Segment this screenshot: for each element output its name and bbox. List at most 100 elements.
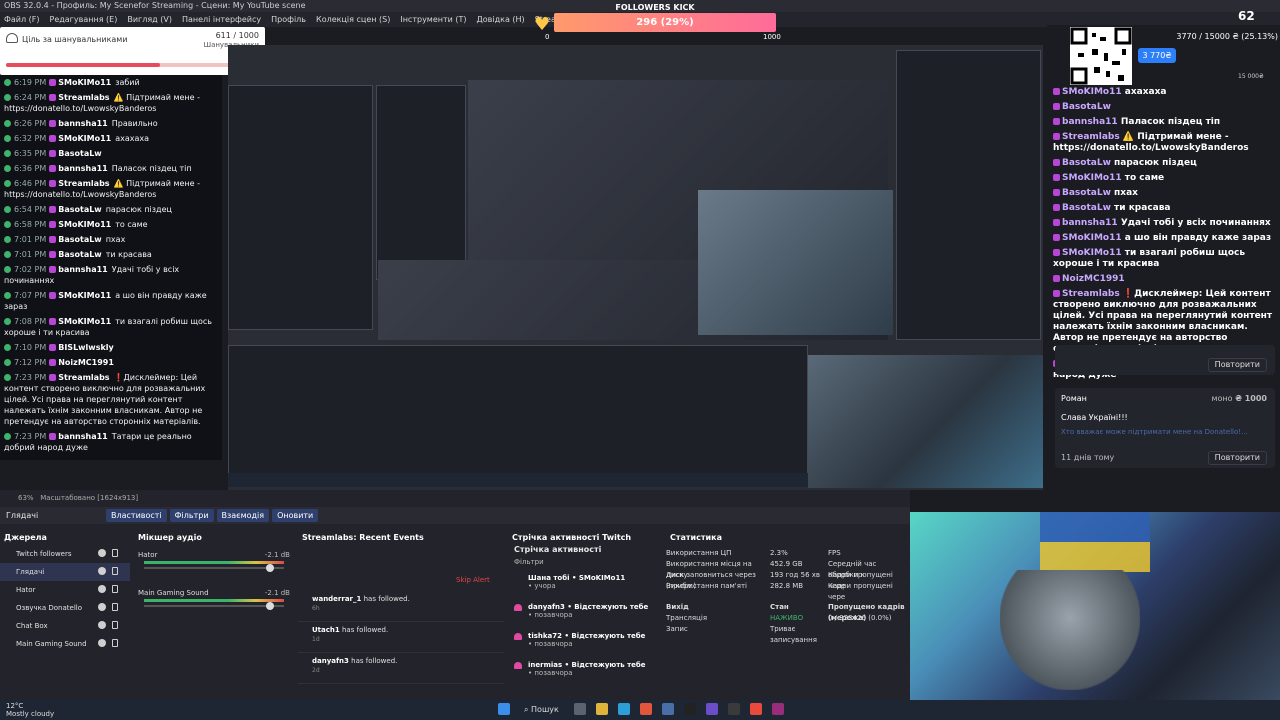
- eye-icon[interactable]: [98, 621, 106, 629]
- volume-knob[interactable]: [266, 602, 274, 610]
- menu-scene-collection[interactable]: Колекція сцен (S): [316, 15, 390, 24]
- lock-icon[interactable]: [112, 567, 118, 575]
- browser-icon[interactable]: [640, 703, 652, 715]
- chat-user[interactable]: SMoKIMo11: [58, 78, 111, 87]
- taskbar-search[interactable]: ⌕ Пошук: [524, 703, 566, 716]
- moderator-icon: [4, 79, 11, 86]
- windows-start-icon[interactable]: [498, 703, 510, 715]
- chat-user[interactable]: BasotaLw: [1062, 203, 1111, 213]
- file-explorer-icon[interactable]: [596, 703, 608, 715]
- menu-docks[interactable]: Панелі інтерфейсу: [182, 15, 261, 24]
- chat-user[interactable]: BasotaLw: [1062, 102, 1111, 112]
- lock-icon[interactable]: [112, 585, 118, 593]
- source-item[interactable]: Hator: [0, 581, 130, 599]
- chat-user[interactable]: Streamlabs: [1062, 132, 1120, 142]
- chat-user[interactable]: bannsha11: [1062, 218, 1118, 228]
- chat-user[interactable]: SMoKIMo11: [58, 291, 111, 300]
- eye-icon[interactable]: [98, 549, 106, 557]
- chat-user[interactable]: BasotaLw: [58, 149, 101, 158]
- chat-user[interactable]: SMoKIMo11: [1062, 233, 1122, 243]
- filters-button[interactable]: Фільтри: [169, 509, 214, 522]
- chat-user[interactable]: SMoKIMo11: [1062, 87, 1122, 97]
- eye-icon[interactable]: [98, 639, 106, 647]
- lock-icon[interactable]: [112, 639, 118, 647]
- chat-user[interactable]: bannsha11: [1062, 117, 1118, 127]
- event-item[interactable]: danyafn3 has followed. 2d: [298, 653, 504, 684]
- app-icon[interactable]: [662, 703, 674, 715]
- source-item[interactable]: Озвучка Donatello: [0, 599, 130, 617]
- retry-button[interactable]: Повторити: [1207, 358, 1267, 372]
- chat-user[interactable]: SMoKIMo11: [1062, 173, 1122, 183]
- obs-icon[interactable]: [684, 703, 696, 715]
- event-text: has followed.: [342, 626, 389, 634]
- chat-user[interactable]: Streamlabs: [58, 93, 109, 102]
- chat-user[interactable]: bannsha11: [58, 265, 108, 274]
- followers-title: FOLLOWERS KICK: [615, 3, 695, 12]
- output-name: Трансляція: [666, 614, 708, 622]
- donation-goal-button[interactable]: 3 770₴: [1138, 48, 1176, 63]
- menu-profile[interactable]: Профіль: [271, 15, 306, 24]
- edge-icon[interactable]: [618, 703, 630, 715]
- source-item[interactable]: Глядачі: [0, 563, 130, 581]
- volume-knob[interactable]: [266, 564, 274, 572]
- activity-filters[interactable]: Фільтри: [508, 554, 662, 570]
- volume-slider[interactable]: [144, 605, 284, 607]
- source-item[interactable]: Twitch followers: [0, 545, 130, 563]
- chat-message: BasotaLw парасюк піздец: [1047, 156, 1280, 171]
- lock-icon[interactable]: [112, 603, 118, 611]
- event-item[interactable]: Utach1 has followed. 1d: [298, 622, 504, 653]
- chat-user[interactable]: bannsha11: [58, 119, 108, 128]
- chat-user[interactable]: BasotaLw: [1062, 158, 1111, 168]
- eye-icon[interactable]: [98, 585, 106, 593]
- chat-user[interactable]: SMoKIMo11: [58, 134, 111, 143]
- properties-button[interactable]: Властивості: [106, 509, 167, 522]
- interact-button[interactable]: Взаємодія: [216, 509, 270, 522]
- source-item[interactable]: Main Gaming Sound: [0, 635, 130, 653]
- app-icon[interactable]: [728, 703, 740, 715]
- event-item[interactable]: wanderrar_1 has followed. 6h: [298, 591, 504, 622]
- chat-user[interactable]: Streamlabs: [1062, 289, 1120, 299]
- activity-item[interactable]: danyafn3 • Відстежують тебе • позавчора: [508, 599, 662, 628]
- activity-item[interactable]: inermias • Відстежують тебе • позавчора: [508, 657, 662, 686]
- eye-icon[interactable]: [98, 567, 106, 575]
- chat-user[interactable]: Streamlabs: [58, 179, 109, 188]
- chat-user[interactable]: SMoKIMo11: [1062, 248, 1122, 258]
- menu-edit[interactable]: Редагування (E): [50, 15, 118, 24]
- badge-icon: [49, 120, 57, 127]
- chrome-icon[interactable]: [750, 703, 762, 715]
- chat-user[interactable]: BasotaLw: [58, 205, 101, 214]
- chat-user[interactable]: BasotaLw: [58, 250, 101, 259]
- app-icon[interactable]: [772, 703, 784, 715]
- menu-view[interactable]: Вигляд (V): [127, 15, 172, 24]
- source-item[interactable]: Chat Box: [0, 617, 130, 635]
- task-view-icon[interactable]: [574, 703, 586, 715]
- lock-icon[interactable]: [112, 621, 118, 629]
- donation-link[interactable]: Хто вважає може підтримати мене на Donat…: [1061, 428, 1269, 436]
- app-icon[interactable]: [706, 703, 718, 715]
- chat-user[interactable]: SMoKIMo11: [58, 317, 111, 326]
- chat-user[interactable]: bannsha11: [58, 164, 108, 173]
- eye-icon[interactable]: [98, 603, 106, 611]
- menu-help[interactable]: Довідка (H): [477, 15, 525, 24]
- chat-user[interactable]: Streamlabs: [58, 373, 109, 382]
- chat-user[interactable]: SMoKIMo11: [58, 220, 111, 229]
- activity-item[interactable]: tishka72 • Відстежують тебе • позавчора: [508, 628, 662, 657]
- chat-user[interactable]: bannsha11: [58, 432, 108, 441]
- menu-tools[interactable]: Інструменти (T): [400, 15, 466, 24]
- chat-time: 6:26 PM: [14, 119, 47, 128]
- chat-user[interactable]: NoizMC1991: [1062, 274, 1125, 284]
- chat-message: 6:46 PM Streamlabs ⚠️ Підтримай мене - htt…: [0, 176, 222, 202]
- volume-slider[interactable]: [144, 567, 284, 569]
- chat-user[interactable]: BISLwlwskly: [58, 343, 114, 352]
- refresh-button[interactable]: Оновити: [272, 509, 319, 522]
- chat-user[interactable]: BasotaLw: [1062, 188, 1111, 198]
- chat-user[interactable]: NoizMC1991: [58, 358, 114, 367]
- skip-alert-button[interactable]: Skip Alert: [456, 576, 490, 584]
- retry-button[interactable]: Повторити: [1207, 451, 1267, 465]
- lock-icon[interactable]: [112, 549, 118, 557]
- badge-icon: [49, 344, 57, 351]
- weather-widget[interactable]: 12°C Mostly cloudy: [6, 702, 54, 718]
- activity-item[interactable]: Шана тобі • SMoKIMo11 • учора: [508, 570, 662, 599]
- menu-file[interactable]: Файл (F): [4, 15, 40, 24]
- chat-user[interactable]: BasotaLw: [58, 235, 101, 244]
